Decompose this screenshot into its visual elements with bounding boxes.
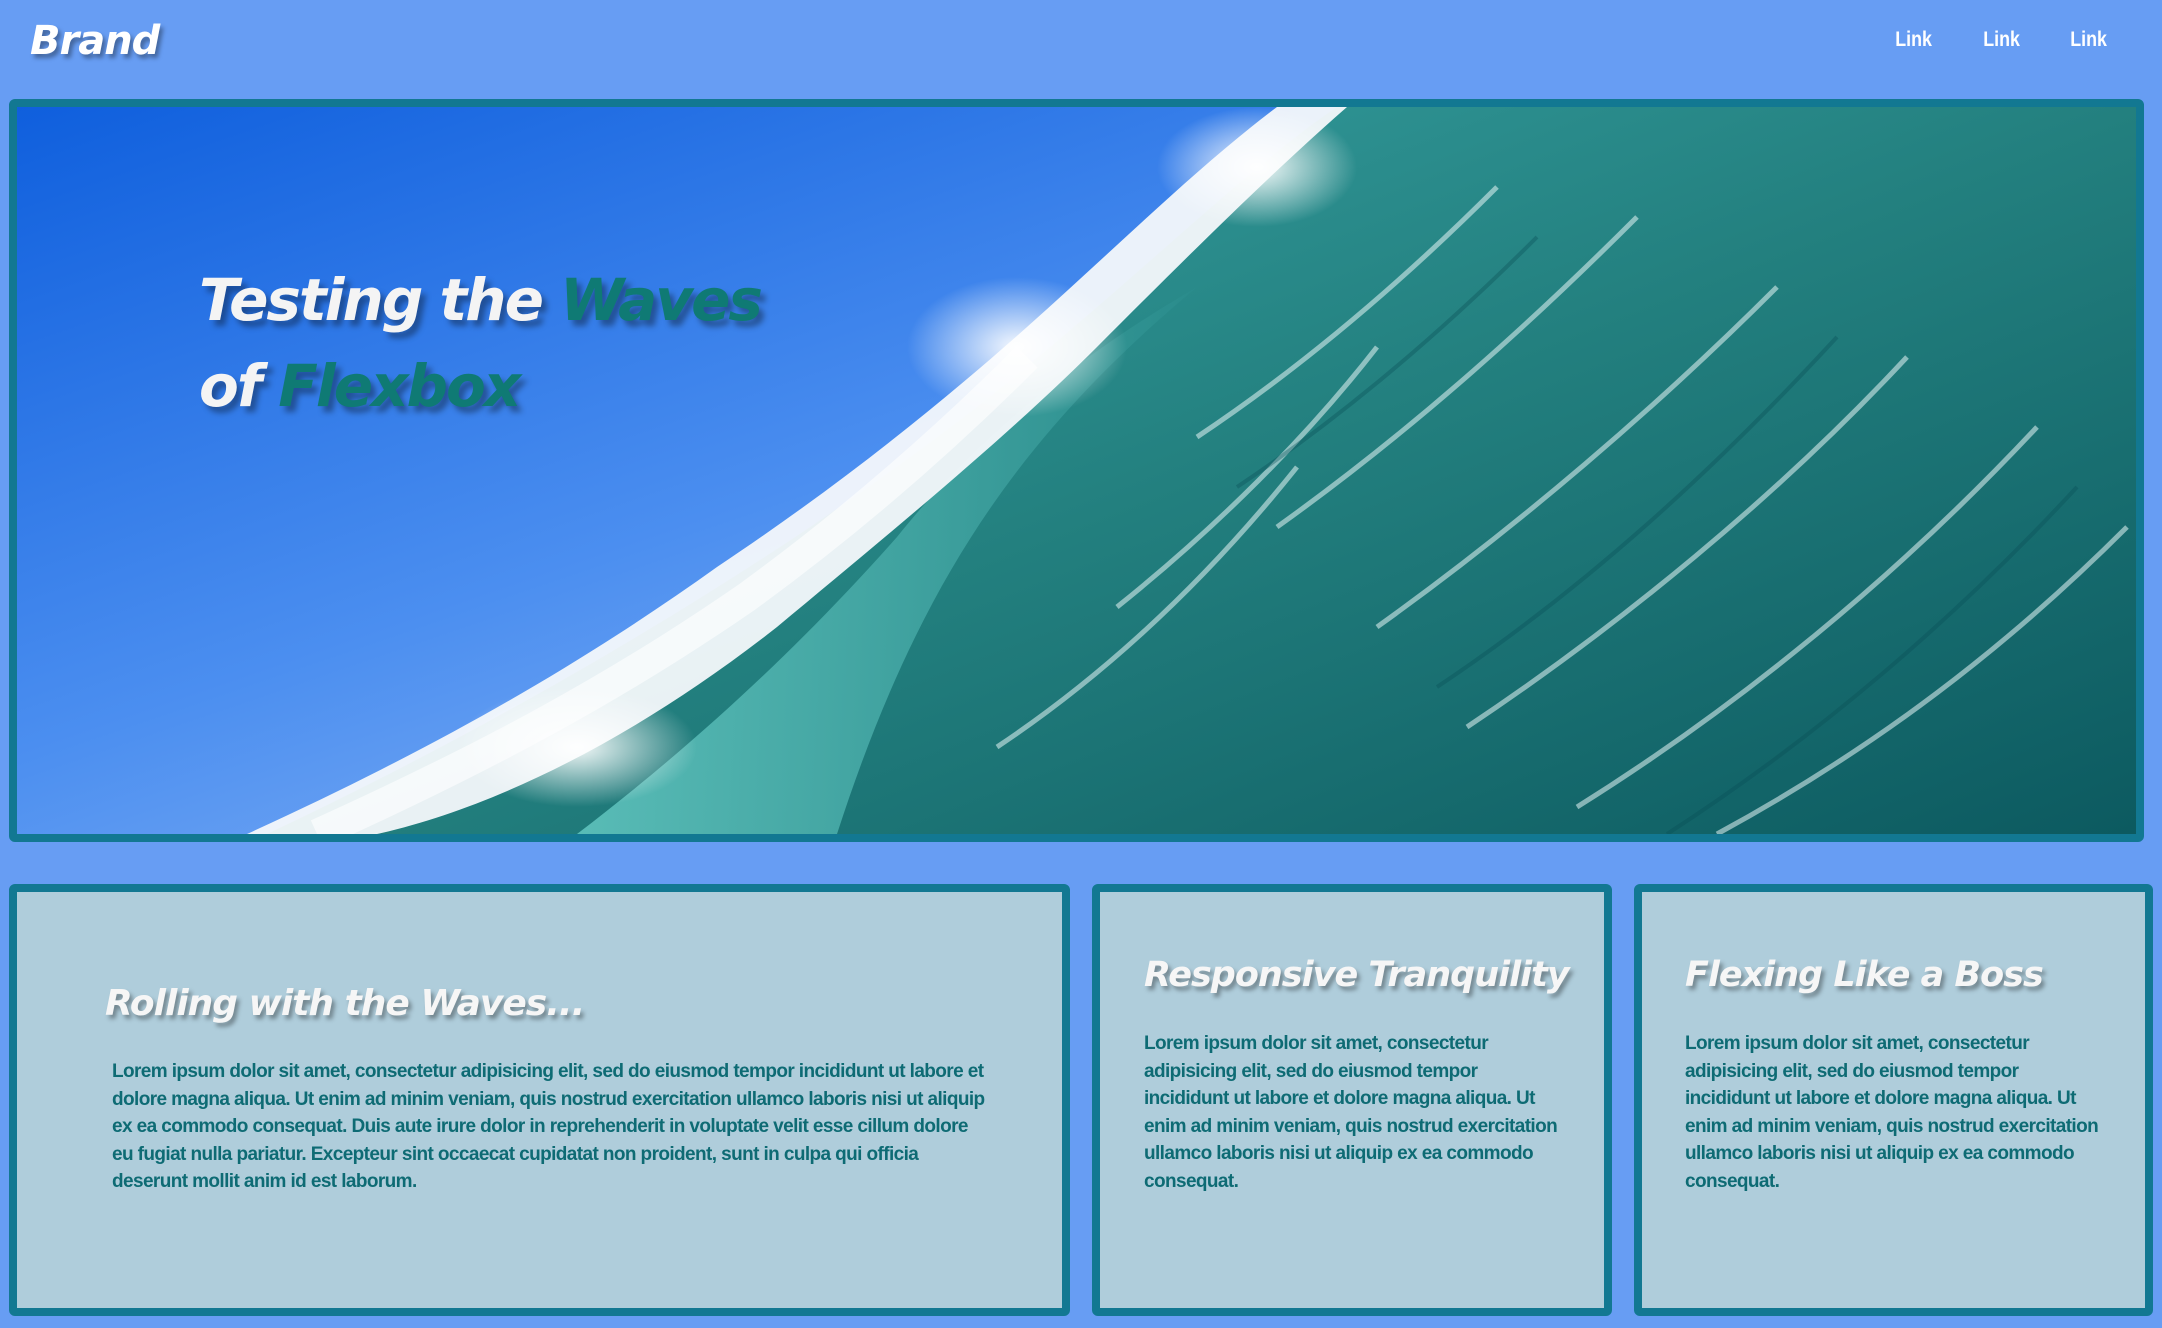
- hero-title: Testing the Waves of Flexbox: [199, 257, 763, 429]
- nav-links: Link Link Link: [1892, 28, 2110, 52]
- nav-link-1[interactable]: Link: [1896, 28, 1933, 52]
- card-responsive: Responsive Tranquility Lorem ipsum dolor…: [1092, 884, 1612, 1316]
- card-title: Rolling with the Waves...: [105, 983, 585, 1024]
- card-rolling: Rolling with the Waves... Lorem ipsum do…: [9, 884, 1070, 1316]
- hero-title-part1: Testing the: [199, 266, 561, 334]
- nav-link-2[interactable]: Link: [1983, 28, 2020, 52]
- top-navbar: Brand Link Link Link: [0, 0, 2162, 98]
- card-flexing: Flexing Like a Boss Lorem ipsum dolor si…: [1634, 884, 2153, 1316]
- card-title: Responsive Tranquility: [1144, 955, 1570, 995]
- hero-title-accent1: Waves: [560, 266, 763, 334]
- card-body: Lorem ipsum dolor sit amet, consectetur …: [1685, 1033, 2099, 1192]
- card-body: Lorem ipsum dolor sit amet, consectetur …: [1144, 1033, 1558, 1192]
- hero-wave-image: [17, 107, 2136, 834]
- brand-logo[interactable]: Brand: [30, 18, 160, 64]
- hero-title-part2: of: [199, 352, 279, 420]
- hero-title-accent2: Flexbox: [278, 352, 521, 420]
- nav-link-3[interactable]: Link: [2070, 28, 2107, 52]
- hero-banner: Testing the Waves of Flexbox: [9, 99, 2144, 842]
- card-title: Flexing Like a Boss: [1685, 955, 2044, 995]
- card-body: Lorem ipsum dolor sit amet, consectetur …: [112, 1061, 985, 1192]
